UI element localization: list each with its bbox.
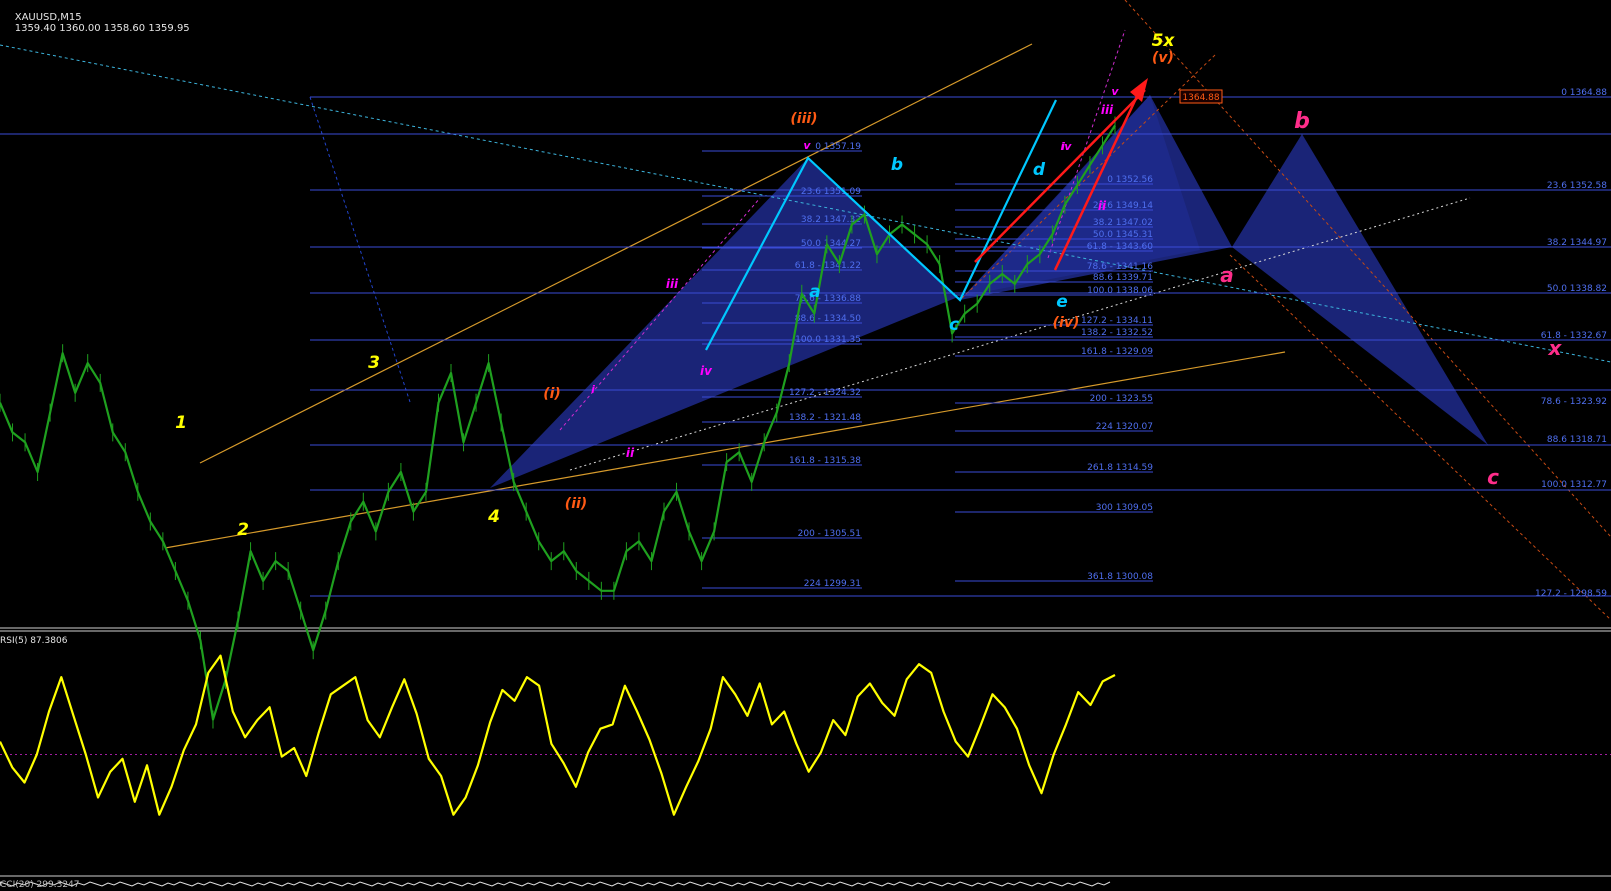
fib-a-label: 23.6 1351.09: [801, 187, 861, 197]
wave-label-magenta: iv: [700, 364, 713, 378]
trading-chart[interactable]: 0 1357.19 23.6 1351.09 38.2 1347.32 50.0 13…: [0, 0, 1611, 891]
dotted-channel-line: [1124, 0, 1611, 538]
fib-b-label: 127.2 - 1334.11: [1081, 316, 1153, 326]
wave-label-magenta: iii: [1101, 103, 1114, 117]
fib-a-label: 100.0 1331.35: [795, 335, 861, 345]
wave-label-orange: (i): [543, 386, 561, 402]
wave-label-yellow: 3: [368, 353, 380, 373]
fib-b-label: 361.8 1300.08: [1087, 572, 1153, 582]
fib-b-label: 161.8 - 1329.09: [1081, 347, 1153, 357]
symbol-timeframe: XAUUSD,M15: [14, 12, 82, 23]
fib-b-label: 38.2 1347.02: [1093, 218, 1153, 228]
fib-b-label: 261.8 1314.59: [1087, 463, 1153, 473]
fib-c-label: 78.6 - 1323.92: [1541, 397, 1607, 407]
fib-c-label: 88.6 1318.71: [1547, 435, 1607, 445]
fib-a-label: 0 1357.19: [815, 142, 861, 152]
fib-b-label: 200 - 1323.55: [1090, 394, 1153, 404]
wave-label-orange: (iv): [1053, 315, 1080, 331]
wave-label-yellow: 5x: [1152, 31, 1176, 51]
fib-b-label: 78.6 - 1341.16: [1087, 262, 1153, 272]
ohlc-values: 1359.40 1360.00 1358.60 1359.95: [14, 23, 190, 34]
fib-c-label: 100.0 1312.77: [1541, 480, 1607, 490]
fib-b-label: 50.0 1345.31: [1093, 230, 1153, 240]
fib-a-label: 50.0 1344.27: [801, 239, 861, 249]
wave-label-magenta: v: [1111, 85, 1119, 98]
fib-a-label: 127.2 - 1324.32: [789, 388, 861, 398]
wave-label-cyan: b: [891, 155, 903, 175]
fib-a-label: 161.8 - 1315.38: [789, 456, 861, 466]
wave-label-cyan: c: [949, 315, 959, 335]
red-arrow-head: [1130, 78, 1148, 102]
fib-b-label: 300 1309.05: [1096, 503, 1153, 513]
wave-label-pink: x: [1548, 336, 1563, 360]
price-chart-panel[interactable]: 0 1357.1923.6 1351.0938.2 1347.3250.0 13…: [0, 0, 1611, 891]
fib-b-label: 100.0 1338.06: [1087, 286, 1153, 296]
rsi-line: [0, 654, 1116, 816]
fib-b-label: 138.2 - 1332.52: [1081, 328, 1153, 338]
fib-c-label: 38.2 1344.97: [1547, 238, 1607, 248]
wave-label-pink: c: [1487, 465, 1499, 489]
cci-label: CCI(20) 299.3247: [0, 880, 80, 890]
wave-label-yellow: 4: [487, 507, 500, 527]
fib-c-label: 50.0 1338.82: [1547, 284, 1607, 294]
fib-c-label: 0 1364.88: [1561, 88, 1607, 98]
wave-label-magenta: iii: [666, 277, 679, 291]
fib-b-label: 88.6 1339.71: [1093, 273, 1153, 283]
wave-label-yellow: 2: [237, 520, 249, 540]
wave-label-orange: (iii): [790, 111, 817, 127]
wave-label-magenta: ii: [626, 446, 635, 460]
wave-label-magenta: i: [591, 383, 595, 396]
wave-label-cyan: a: [809, 282, 820, 302]
price-box-value: 1364.88: [1182, 93, 1219, 103]
wave-label-yellow: 1: [175, 413, 187, 433]
trend-line: [164, 489, 496, 549]
fib-a-label: 224 1299.31: [804, 579, 861, 589]
fib-b-label: 224 1320.07: [1096, 422, 1153, 432]
fib-b-label: 0 1352.56: [1107, 175, 1153, 185]
fib-c-label: 127.2 - 1298.59: [1535, 589, 1607, 599]
wave-label-cyan: e: [1056, 292, 1068, 312]
cci-line: [0, 881, 1111, 887]
wave-label-cyan: d: [1033, 160, 1046, 180]
wave-label-magenta: ii: [1098, 199, 1107, 213]
wave-label-magenta: v: [803, 139, 811, 152]
harmonic-pattern-fill: [1232, 134, 1488, 445]
rsi-label: RSI(5) 87.3806: [0, 636, 68, 646]
symbol-header: XAUUSD,M15 1359.40 1360.00 1358.60 1359.…: [2, 1, 190, 45]
wave-label-orange: (ii): [565, 496, 587, 512]
fib-c-label: 23.6 1352.58: [1547, 181, 1607, 191]
fib-a-label: 200 - 1305.51: [798, 529, 861, 539]
fib-b-label: 61.8 - 1343.60: [1087, 242, 1153, 252]
fib-a-label: 138.2 - 1321.48: [789, 413, 861, 423]
wave-label-pink: b: [1294, 109, 1310, 134]
wave-label-orange: (v): [1152, 50, 1174, 66]
wave-label-pink: a: [1220, 263, 1234, 287]
dotted-trend-line: [309, 96, 411, 403]
fib-a-label: 88.6 - 1334.50: [795, 314, 861, 324]
wave-label-magenta: iv: [1061, 140, 1073, 153]
fib-a-label: 61.8 - 1341.22: [795, 261, 861, 271]
